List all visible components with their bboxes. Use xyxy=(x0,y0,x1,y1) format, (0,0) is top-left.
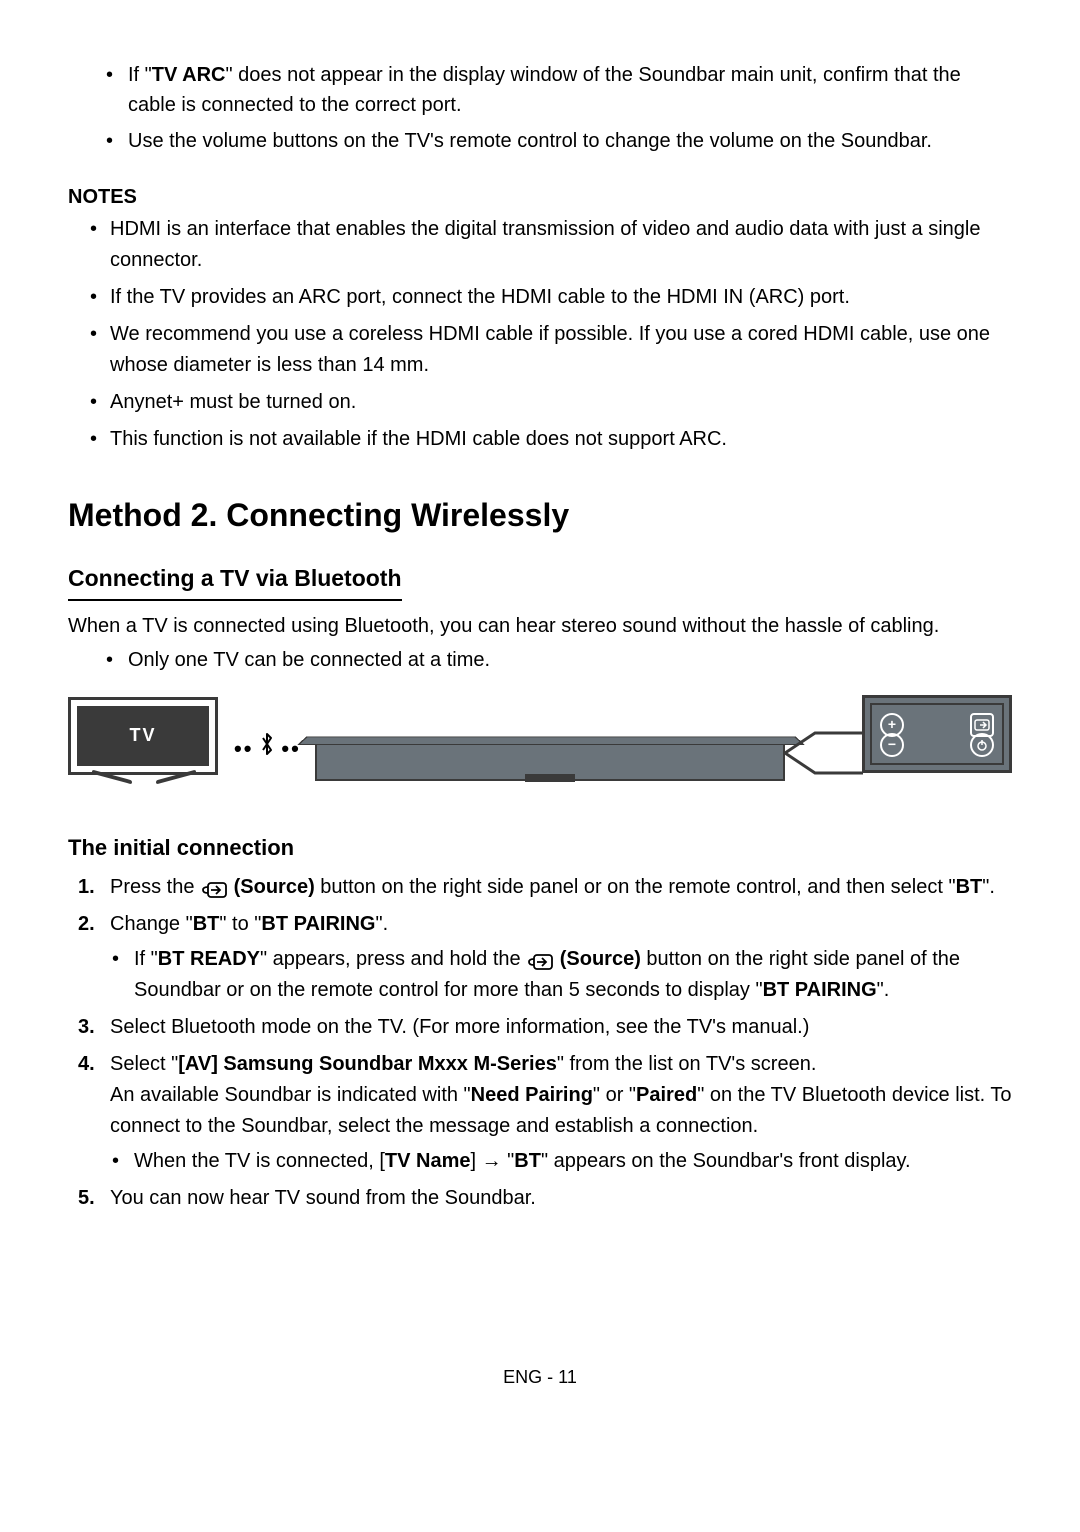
method-2-heading: Method 2. Connecting Wirelessly xyxy=(68,491,1012,539)
step-2: Change "BT" to "BT PAIRING". If "BT READ… xyxy=(74,909,1012,1006)
step-2-sub: If "BT READY" appears, press and hold th… xyxy=(112,944,1012,1006)
step-3: Select Bluetooth mode on the TV. (For mo… xyxy=(74,1012,1012,1043)
note-3: We recommend you use a coreless HDMI cab… xyxy=(90,319,1012,381)
bluetooth-body: When a TV is connected using Bluetooth, … xyxy=(68,611,1012,641)
bluetooth-note: Only one TV can be connected at a time. xyxy=(106,645,1012,675)
zoom-connector-icon xyxy=(785,731,863,775)
connection-diagram: TV •• •• + − xyxy=(68,691,1012,801)
soundbar-icon xyxy=(315,741,785,781)
step-4-sub-1: When the TV is connected, [TV Name] → "B… xyxy=(112,1146,1012,1177)
bluetooth-subheading: Connecting a TV via Bluetooth xyxy=(68,561,402,601)
source-icon xyxy=(526,950,554,968)
intro-bullet-1: If "TV ARC" does not appear in the displ… xyxy=(106,60,1012,120)
tv-icon: TV xyxy=(68,697,218,775)
step-5: You can now hear TV sound from the Sound… xyxy=(74,1183,1012,1214)
bluetooth-link-icon: •• •• xyxy=(234,729,301,768)
notes-heading: NOTES xyxy=(68,182,1012,212)
control-panel-icon: + − xyxy=(862,695,1012,773)
step-4-sub: When the TV is connected, [TV Name] → "B… xyxy=(112,1146,1012,1177)
steps-list: Press the (Source) button on the right s… xyxy=(74,872,1012,1214)
intro-bullets: If "TV ARC" does not appear in the displ… xyxy=(106,60,1012,156)
initial-connection-heading: The initial connection xyxy=(68,831,1012,864)
source-icon xyxy=(200,878,228,896)
bluetooth-icon xyxy=(259,729,275,768)
note-4: Anynet+ must be turned on. xyxy=(90,387,1012,418)
volume-down-icon: − xyxy=(880,733,904,757)
page-footer: ENG - 11 xyxy=(68,1364,1012,1391)
step-2-sub-1: If "BT READY" appears, press and hold th… xyxy=(112,944,1012,1006)
step-1: Press the (Source) button on the right s… xyxy=(74,872,1012,903)
bluetooth-note-list: Only one TV can be connected at a time. xyxy=(106,645,1012,675)
note-1: HDMI is an interface that enables the di… xyxy=(90,214,1012,276)
power-icon xyxy=(970,733,994,757)
note-2: If the TV provides an ARC port, connect … xyxy=(90,282,1012,313)
step-4: Select "[AV] Samsung Soundbar Mxxx M-Ser… xyxy=(74,1049,1012,1177)
intro-bullet-2: Use the volume buttons on the TV's remot… xyxy=(106,126,1012,156)
tv-stand-icon xyxy=(92,775,196,783)
notes-list: HDMI is an interface that enables the di… xyxy=(90,214,1012,455)
note-5: This function is not available if the HD… xyxy=(90,424,1012,455)
